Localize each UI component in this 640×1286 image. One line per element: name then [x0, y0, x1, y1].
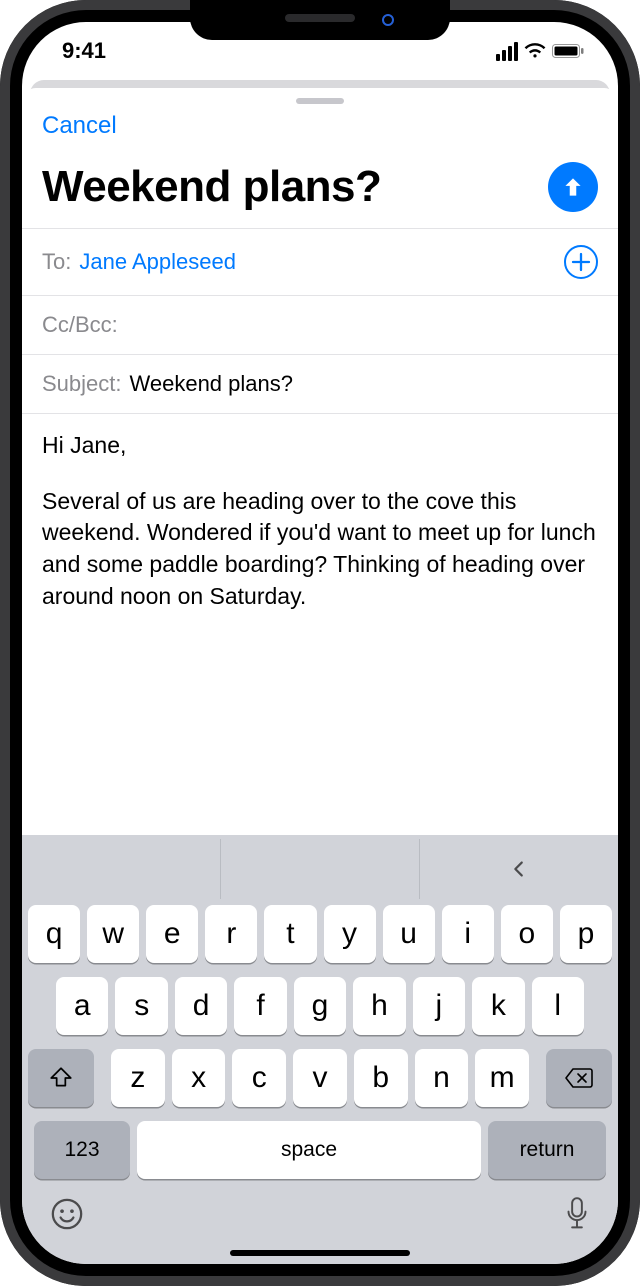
numbers-key[interactable]: 123	[34, 1121, 130, 1179]
body-textarea[interactable]: Hi Jane, Several of us are heading over …	[22, 413, 618, 651]
speaker-grille	[285, 14, 355, 22]
software-keyboard: qwertyuiop asdfghjkl zxcvbnm 123 space r…	[22, 835, 618, 1264]
key-p[interactable]: p	[560, 905, 612, 963]
key-l[interactable]: l	[532, 977, 584, 1035]
key-f[interactable]: f	[234, 977, 286, 1035]
body-paragraph: Several of us are heading over to the co…	[42, 486, 598, 613]
key-j[interactable]: j	[413, 977, 465, 1035]
cancel-button[interactable]: Cancel	[22, 110, 137, 148]
key-v[interactable]: v	[293, 1049, 347, 1107]
microphone-icon	[564, 1197, 590, 1231]
camera-indicator	[382, 14, 394, 26]
suggestion-slot-1[interactable]	[22, 839, 221, 899]
key-b[interactable]: b	[354, 1049, 408, 1107]
notch	[190, 0, 450, 40]
key-o[interactable]: o	[501, 905, 553, 963]
emoji-icon	[50, 1197, 84, 1231]
key-t[interactable]: t	[264, 905, 316, 963]
key-e[interactable]: e	[146, 905, 198, 963]
keyboard-row-2: asdfghjkl	[28, 977, 612, 1035]
return-key[interactable]: return	[488, 1121, 606, 1179]
arrow-up-icon	[560, 174, 586, 200]
shift-icon	[48, 1065, 74, 1091]
ccbcc-label: Cc/Bcc:	[42, 312, 118, 338]
key-m[interactable]: m	[475, 1049, 529, 1107]
home-indicator[interactable]	[230, 1250, 410, 1256]
key-c[interactable]: c	[232, 1049, 286, 1107]
key-w[interactable]: w	[87, 905, 139, 963]
suggestion-slot-2[interactable]	[221, 839, 420, 899]
key-a[interactable]: a	[56, 977, 108, 1035]
key-h[interactable]: h	[353, 977, 405, 1035]
suggestion-collapse[interactable]	[420, 839, 618, 899]
chevron-left-icon	[508, 858, 530, 880]
to-recipient[interactable]: Jane Appleseed	[79, 249, 236, 275]
cellular-signal-icon	[496, 42, 518, 61]
key-k[interactable]: k	[472, 977, 524, 1035]
key-u[interactable]: u	[383, 905, 435, 963]
space-key[interactable]: space	[137, 1121, 481, 1179]
send-button[interactable]	[548, 162, 598, 212]
battery-icon	[552, 44, 584, 58]
key-q[interactable]: q	[28, 905, 80, 963]
subject-label: Subject:	[42, 371, 122, 397]
key-i[interactable]: i	[442, 905, 494, 963]
wifi-icon	[524, 43, 546, 59]
key-n[interactable]: n	[415, 1049, 469, 1107]
iphone-device-frame: 9:41 Cancel Weekend plans?	[0, 0, 640, 1286]
body-greeting: Hi Jane,	[42, 430, 598, 462]
suggestion-bar[interactable]	[22, 839, 618, 899]
sheet-grabber[interactable]	[296, 98, 344, 104]
dictation-button[interactable]	[564, 1197, 590, 1236]
key-y[interactable]: y	[324, 905, 376, 963]
key-x[interactable]: x	[172, 1049, 226, 1107]
key-s[interactable]: s	[115, 977, 167, 1035]
plus-icon	[571, 252, 591, 272]
compose-sheet: Cancel Weekend plans? To: Jane Appleseed…	[22, 88, 618, 651]
backspace-key[interactable]	[546, 1049, 612, 1107]
ccbcc-field[interactable]: Cc/Bcc:	[22, 295, 618, 354]
status-time: 9:41	[62, 38, 106, 64]
screen: 9:41 Cancel Weekend plans?	[22, 22, 618, 1264]
key-d[interactable]: d	[175, 977, 227, 1035]
keyboard-row-bottom: 123 space return	[28, 1121, 612, 1189]
keyboard-row-1: qwertyuiop	[28, 905, 612, 963]
title-row: Weekend plans?	[22, 148, 618, 228]
to-label: To:	[42, 249, 71, 275]
subject-field[interactable]: Subject: Weekend plans?	[22, 354, 618, 413]
key-g[interactable]: g	[294, 977, 346, 1035]
backspace-icon	[564, 1067, 594, 1089]
shift-key[interactable]	[28, 1049, 94, 1107]
key-r[interactable]: r	[205, 905, 257, 963]
add-recipient-button[interactable]	[564, 245, 598, 279]
compose-title: Weekend plans?	[42, 162, 381, 212]
to-field[interactable]: To: Jane Appleseed	[22, 228, 618, 295]
keyboard-row-3: zxcvbnm	[28, 1049, 612, 1107]
emoji-button[interactable]	[50, 1197, 84, 1236]
status-indicators	[496, 42, 584, 61]
key-z[interactable]: z	[111, 1049, 165, 1107]
subject-value: Weekend plans?	[130, 371, 294, 397]
